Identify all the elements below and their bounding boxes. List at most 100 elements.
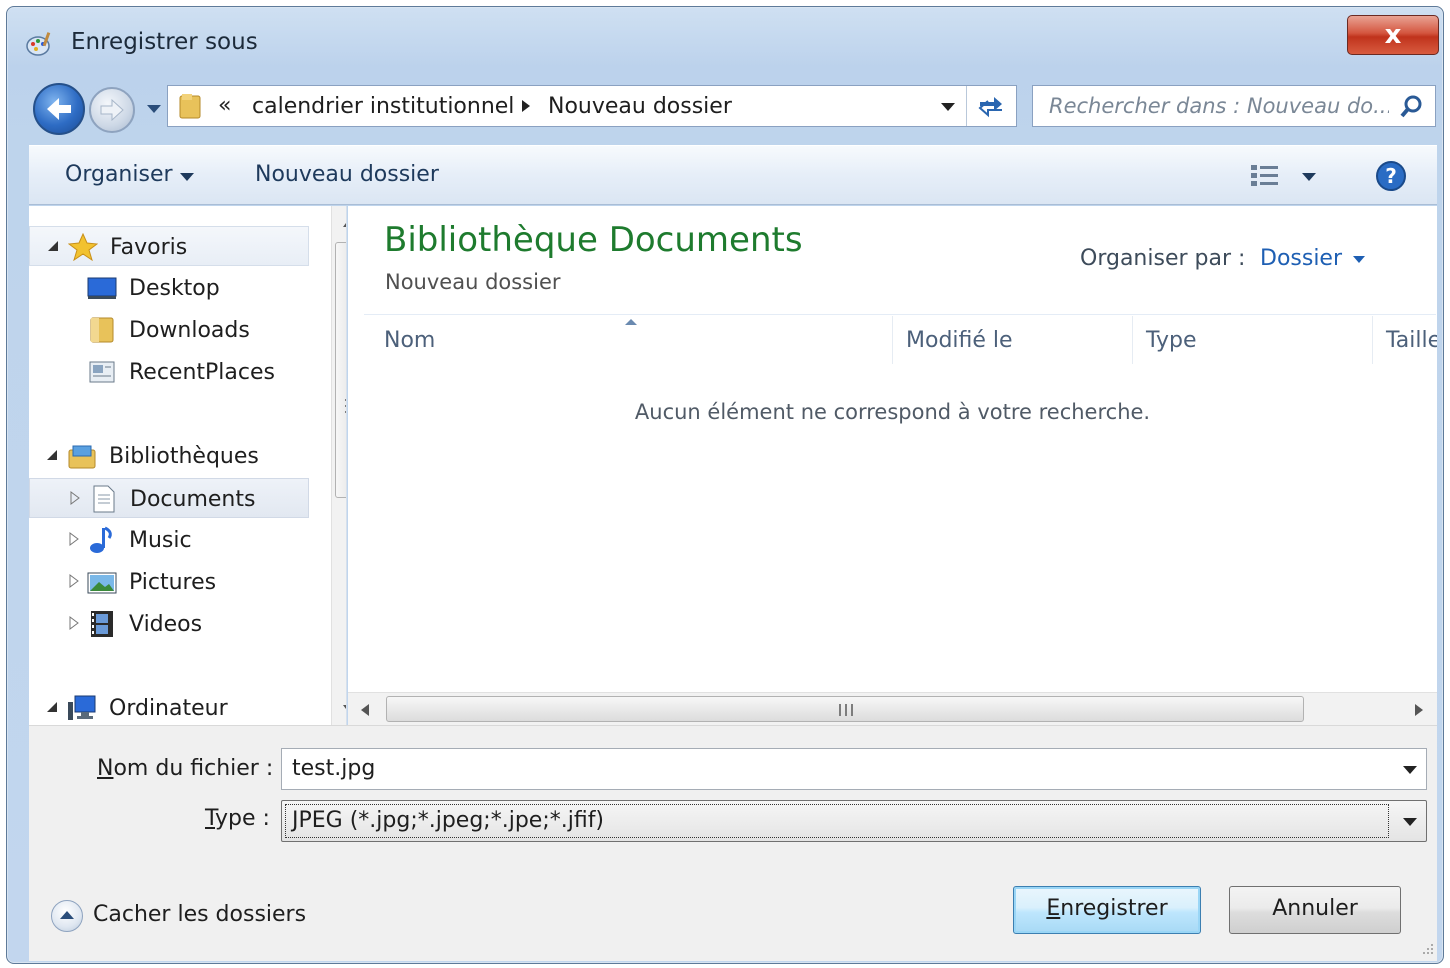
libraries-icon <box>68 445 96 469</box>
star-icon <box>68 233 98 261</box>
tree-item-downloads[interactable]: Downloads <box>29 310 309 350</box>
close-button[interactable]: x <box>1347 15 1439 55</box>
arrange-by-dropdown[interactable]: Dossier <box>1260 246 1342 271</box>
collapsed-triangle-icon[interactable] <box>67 616 81 630</box>
tree-item-recentplaces[interactable]: RecentPlaces <box>29 352 309 392</box>
forward-button[interactable] <box>89 87 135 133</box>
computer-icon <box>68 695 96 720</box>
save-form: Nom du fichier : test.jpg Type : JPEG (*… <box>29 725 1437 961</box>
tree-item-music[interactable]: Music <box>29 520 309 560</box>
column-divider[interactable] <box>1372 316 1373 364</box>
column-divider[interactable] <box>1132 316 1133 364</box>
folder-icon <box>179 94 201 119</box>
search-input[interactable]: Rechercher dans : Nouveau do... <box>1049 94 1389 118</box>
sort-ascending-icon <box>625 319 637 325</box>
breadcrumb-nouveau-dossier[interactable]: Nouveau dossier <box>548 94 732 119</box>
tree-item-label: Desktop <box>129 276 220 301</box>
breadcrumb-calendrier[interactable]: calendrier institutionnel <box>252 94 514 119</box>
column-header-size[interactable]: Taille <box>1386 328 1437 353</box>
tree-item-label: Pictures <box>129 570 217 595</box>
pictures-icon <box>87 572 117 594</box>
grip-icon <box>839 704 853 716</box>
scrollbar-thumb[interactable] <box>386 696 1304 722</box>
scrollbar-thumb[interactable] <box>335 242 346 498</box>
nav-pane-scrollbar[interactable] <box>331 206 347 725</box>
chevron-right-icon[interactable] <box>520 98 532 114</box>
resize-grip-icon[interactable] <box>1421 942 1435 956</box>
cancel-button[interactable]: Annuler <box>1229 886 1401 934</box>
chevron-down-icon[interactable] <box>1402 765 1418 775</box>
arrange-by-label: Organiser par : <box>1080 246 1246 271</box>
file-type-label: Type : <box>205 806 270 831</box>
file-list-scrollbar[interactable] <box>348 692 1437 725</box>
hide-folders-toggle[interactable] <box>51 900 83 932</box>
column-header-modified[interactable]: Modifié le <box>906 328 1013 353</box>
chevron-down-icon[interactable] <box>1301 172 1317 182</box>
collapsed-triangle-icon[interactable] <box>67 532 81 546</box>
command-toolbar: Organiser Nouveau dossier ? <box>29 145 1437 205</box>
empty-message: Aucun élément ne correspond à votre rech… <box>634 400 1151 424</box>
tree-item-computer[interactable]: Ordinateur <box>29 688 309 725</box>
tree-item-documents[interactable]: Documents <box>29 478 309 518</box>
column-divider[interactable] <box>892 316 893 364</box>
expanded-triangle-icon[interactable] <box>45 448 59 462</box>
scroll-down-arrow-icon[interactable] <box>342 704 347 714</box>
back-button[interactable] <box>33 83 85 135</box>
save-button[interactable]: Enregistrer <box>1013 886 1201 934</box>
tree-item-desktop[interactable]: Desktop <box>29 268 309 308</box>
organise-menu-button[interactable]: Organiser <box>65 162 173 187</box>
collapsed-triangle-icon[interactable] <box>67 574 81 588</box>
library-subtitle: Nouveau dossier <box>385 270 561 294</box>
search-box[interactable]: Rechercher dans : Nouveau do... <box>1032 85 1436 127</box>
help-icon[interactable]: ? <box>1375 160 1407 192</box>
tree-item-label: Downloads <box>129 318 250 343</box>
grip-icon <box>345 399 346 413</box>
address-bar[interactable]: « calendrier institutionnel Nouveau doss… <box>167 85 1017 127</box>
chevron-down-icon[interactable] <box>1402 817 1418 827</box>
tree-item-label: Favoris <box>110 235 188 260</box>
tree-item-label: Videos <box>129 612 203 637</box>
file-type-value: JPEG (*.jpg;*.jpeg;*.jpe;*.jfif) <box>292 808 605 833</box>
new-folder-button[interactable]: Nouveau dossier <box>255 162 439 187</box>
tree-item-favorites[interactable]: Favoris <box>29 226 309 266</box>
filename-field[interactable]: test.jpg <box>281 748 1427 790</box>
dialog-window: Enregistrer sous x « calendrier institut… <box>6 6 1444 964</box>
tree-item-pictures[interactable]: Pictures <box>29 562 309 602</box>
document-icon <box>93 485 115 513</box>
scroll-left-arrow-icon[interactable] <box>360 703 370 717</box>
search-icon[interactable] <box>1399 94 1425 120</box>
folder-icon <box>90 317 114 343</box>
view-options-icon[interactable] <box>1249 162 1283 190</box>
recent-pages-dropdown-icon[interactable] <box>145 103 163 115</box>
desktop-icon <box>87 277 117 299</box>
arrow-right-icon <box>100 98 124 122</box>
filename-value[interactable]: test.jpg <box>292 756 375 781</box>
recent-places-icon <box>89 361 115 383</box>
header-divider <box>364 314 1436 315</box>
collapsed-triangle-icon[interactable] <box>68 491 82 505</box>
arrow-left-icon <box>47 98 71 120</box>
scroll-up-arrow-icon[interactable] <box>342 218 347 228</box>
tree-item-videos[interactable]: Videos <box>29 604 309 644</box>
svg-text:?: ? <box>1385 164 1397 188</box>
column-header-name[interactable]: Nom <box>384 328 435 353</box>
file-type-select[interactable]: JPEG (*.jpg;*.jpeg;*.jpe;*.jfif) <box>281 800 1427 842</box>
column-header-type[interactable]: Type <box>1146 328 1197 353</box>
library-title: Bibliothèque Documents <box>384 220 803 260</box>
expanded-triangle-icon[interactable] <box>46 239 60 253</box>
breadcrumb-overflow[interactable]: « <box>218 93 231 118</box>
navigation-pane: Favoris Desktop Downloads RecentPlaces B… <box>29 206 347 725</box>
refresh-icon[interactable] <box>976 92 1006 120</box>
expanded-triangle-icon[interactable] <box>45 700 59 714</box>
chevron-down-icon[interactable] <box>940 102 956 112</box>
film-strip-icon <box>91 611 113 637</box>
scroll-right-arrow-icon[interactable] <box>1414 703 1424 717</box>
chevron-down-icon[interactable] <box>179 172 195 182</box>
address-divider <box>966 86 967 126</box>
paint-palette-icon <box>26 32 51 56</box>
tree-item-libraries[interactable]: Bibliothèques <box>29 436 309 476</box>
chevron-down-icon[interactable] <box>1352 255 1366 264</box>
hide-folders-label[interactable]: Cacher les dossiers <box>93 902 306 927</box>
tree-item-label: Ordinateur <box>109 696 228 721</box>
chevron-up-icon <box>60 911 74 919</box>
